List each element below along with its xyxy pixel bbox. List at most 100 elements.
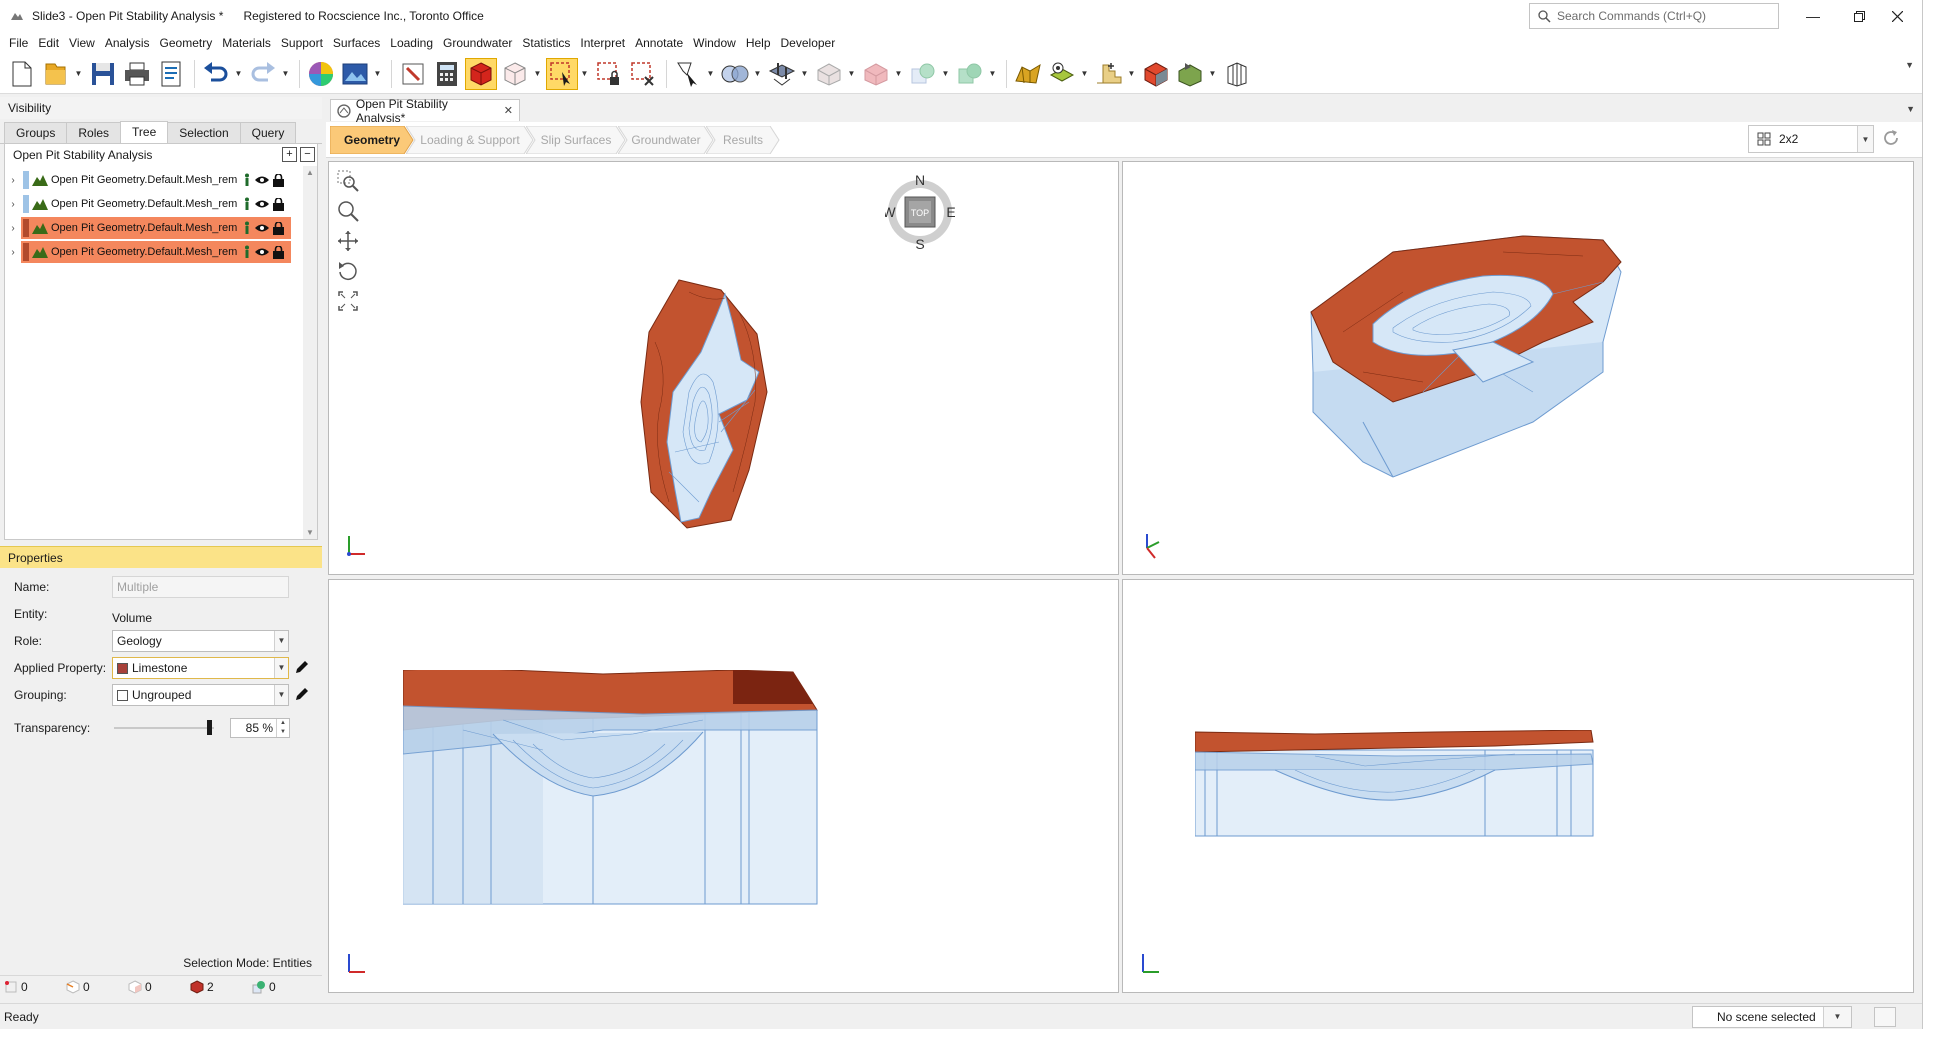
mesh-dropdown-icon[interactable]: ▼ — [1080, 58, 1089, 90]
edit-pencil-icon[interactable] — [295, 687, 309, 701]
shapes-dropdown-icon[interactable]: ▼ — [753, 58, 762, 90]
spin-arrows-icon[interactable]: ▲ ▼ — [276, 719, 289, 737]
menu-annotate[interactable]: Annotate — [630, 32, 688, 54]
select-locked-icon[interactable] — [593, 58, 625, 90]
lock-icon[interactable] — [273, 245, 284, 259]
stage-dropdown-icon[interactable]: ▼ — [1127, 58, 1136, 90]
select-pointer-icon[interactable] — [672, 58, 704, 90]
visibility-eye-icon[interactable] — [255, 199, 269, 209]
save-icon[interactable] — [87, 58, 119, 90]
minimize-button[interactable]: — — [1790, 0, 1836, 32]
compass-top-label[interactable]: TOP — [911, 208, 929, 218]
pointer-dropdown-icon[interactable]: ▼ — [706, 58, 715, 90]
viewport-layout-select[interactable]: 2x2 ▼ — [1748, 125, 1874, 153]
box-tool-icon[interactable] — [813, 58, 845, 90]
workflow-step-geometry[interactable]: Geometry — [330, 126, 414, 154]
scroll-up-icon[interactable]: ▲ — [306, 168, 314, 177]
export-dropdown-icon[interactable]: ▼ — [1208, 58, 1217, 90]
grouping-select[interactable]: Ungrouped ▼ — [112, 684, 289, 706]
transparency-spinbox[interactable]: 85 % ▲ ▼ — [230, 718, 290, 738]
solid-view-icon[interactable] — [465, 57, 497, 90]
refresh-icon[interactable] — [1881, 128, 1901, 148]
tab-tree[interactable]: Tree — [120, 121, 169, 143]
compass-west[interactable]: W — [885, 204, 896, 220]
tree-row[interactable]: › Open Pit Geometry.Default.Mesh_rem — [5, 216, 317, 240]
export-cube-icon[interactable] — [1174, 58, 1206, 90]
applied-property-select[interactable]: Limestone ▼ — [112, 657, 289, 679]
role-select[interactable]: Geology ▼ — [112, 630, 289, 652]
navigation-compass[interactable]: TOP N S E W — [885, 174, 955, 250]
menu-help[interactable]: Help — [741, 32, 776, 54]
print-icon[interactable] — [121, 58, 153, 90]
close-tab-icon[interactable]: ✕ — [504, 104, 513, 117]
cube-dropdown-icon[interactable]: ▼ — [894, 58, 903, 90]
intersect-icon[interactable] — [907, 58, 939, 90]
wireframe-view-icon[interactable] — [499, 58, 531, 90]
tab-groups[interactable]: Groups — [4, 122, 68, 143]
lock-icon[interactable] — [273, 197, 284, 211]
name-field[interactable]: Multiple — [112, 576, 289, 598]
workflow-step-results[interactable]: Results — [706, 126, 780, 154]
menu-file[interactable]: File — [4, 32, 33, 54]
view-mode-dropdown-icon[interactable]: ▼ — [533, 58, 542, 90]
menu-edit[interactable]: Edit — [33, 32, 64, 54]
pan-icon[interactable] — [337, 230, 359, 252]
role-person-icon[interactable] — [243, 221, 251, 235]
calculator-icon[interactable] — [431, 58, 463, 90]
collapse-all-button[interactable]: − — [300, 147, 315, 162]
workflow-step-slip-surfaces[interactable]: Slip Surfaces — [526, 126, 626, 154]
box-dropdown-icon[interactable]: ▼ — [847, 58, 856, 90]
surface-tool-icon[interactable] — [766, 58, 798, 90]
open-dropdown-icon[interactable]: ▼ — [74, 58, 83, 90]
redo-dropdown-icon[interactable]: ▼ — [281, 58, 290, 90]
menu-surfaces[interactable]: Surfaces — [328, 32, 385, 54]
role-person-icon[interactable] — [243, 173, 251, 187]
transparency-slider-thumb[interactable] — [207, 720, 212, 735]
scene-select[interactable]: No scene selected ▼ — [1692, 1006, 1852, 1028]
mining-icon[interactable] — [1012, 58, 1044, 90]
surface-dropdown-icon[interactable]: ▼ — [800, 58, 809, 90]
viewport-side[interactable] — [1122, 579, 1914, 993]
search-commands-input[interactable]: Search Commands (Ctrl+Q) — [1529, 3, 1779, 29]
menu-loading[interactable]: Loading — [385, 32, 438, 54]
intersect-dropdown-icon[interactable]: ▼ — [941, 58, 950, 90]
lock-icon[interactable] — [273, 221, 284, 235]
menu-developer[interactable]: Developer — [776, 32, 841, 54]
tree-row[interactable]: › Open Pit Geometry.Default.Mesh_rem — [5, 168, 317, 192]
rotate-icon[interactable] — [337, 260, 359, 282]
zoom-window-icon[interactable] — [337, 170, 359, 192]
mesh-icon[interactable] — [1046, 58, 1078, 90]
zoom-extents-icon[interactable] — [337, 290, 359, 312]
menu-interpret[interactable]: Interpret — [575, 32, 630, 54]
menu-analysis[interactable]: Analysis — [100, 32, 155, 54]
visibility-eye-icon[interactable] — [255, 223, 269, 233]
scene-manager-button[interactable] — [1874, 1007, 1896, 1027]
compass-east[interactable]: E — [946, 204, 955, 220]
compass-south[interactable]: S — [915, 236, 924, 250]
zoom-icon[interactable] — [337, 200, 359, 222]
print-preview-icon[interactable] — [155, 58, 187, 90]
tab-list-dropdown-icon[interactable]: ▼ — [1906, 104, 1915, 114]
select-dropdown-icon[interactable]: ▼ — [580, 58, 589, 90]
menu-statistics[interactable]: Statistics — [517, 32, 575, 54]
expand-arrow-icon[interactable]: › — [5, 175, 21, 186]
chevron-down-icon[interactable]: ▼ — [274, 631, 288, 651]
close-window-button[interactable] — [1874, 0, 1920, 32]
menu-window[interactable]: Window — [688, 32, 741, 54]
deselect-icon[interactable] — [627, 58, 659, 90]
slice-tool-icon[interactable] — [1221, 58, 1253, 90]
chevron-down-icon[interactable]: ▼ — [1857, 126, 1873, 152]
viewport-front[interactable] — [328, 579, 1119, 993]
expand-arrow-icon[interactable]: › — [5, 247, 21, 258]
expand-arrow-icon[interactable]: › — [5, 223, 21, 234]
undo-dropdown-icon[interactable]: ▼ — [234, 58, 243, 90]
open-folder-icon[interactable] — [40, 58, 72, 90]
color-wheel-icon[interactable] — [305, 58, 337, 90]
stage-icon[interactable] — [1093, 58, 1125, 90]
view-shapes-icon[interactable] — [719, 58, 751, 90]
role-person-icon[interactable] — [243, 197, 251, 211]
menu-materials[interactable]: Materials — [217, 32, 276, 54]
undo-icon[interactable] — [200, 58, 232, 90]
material-cube-icon[interactable] — [1140, 58, 1172, 90]
menu-geometry[interactable]: Geometry — [155, 32, 218, 54]
